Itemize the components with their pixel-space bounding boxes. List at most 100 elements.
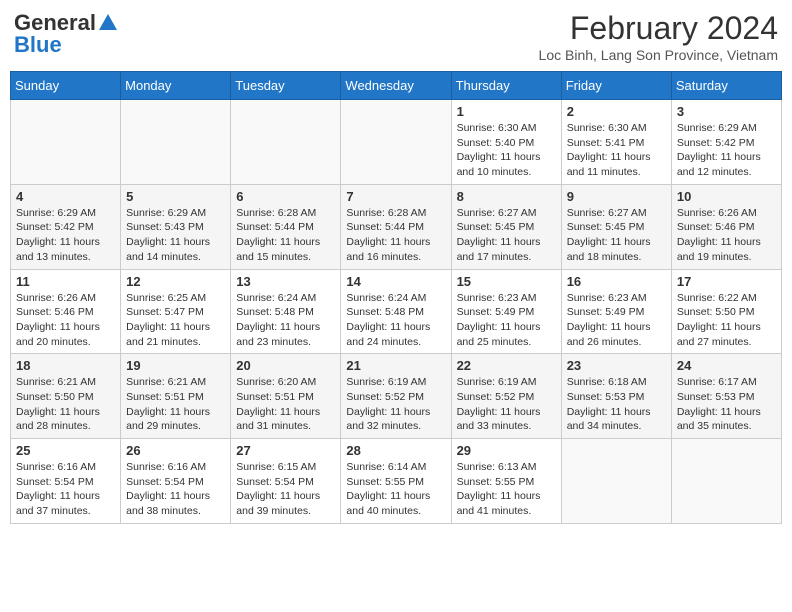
calendar-week-row: 1Sunrise: 6:30 AMSunset: 5:40 PMDaylight…: [11, 100, 782, 185]
calendar-cell: 29 Sunrise: 6:13 AMSunset: 5:55 PMDayligh…: [451, 439, 561, 524]
day-info: Sunrise: 6:18 AMSunset: 5:53 PMDaylight:…: [567, 376, 651, 432]
day-info: Sunrise: 6:15 AMSunset: 5:54 PMDaylight:…: [236, 461, 320, 517]
calendar-cell: 23 Sunrise: 6:18 AMSunset: 5:53 PMDayligh…: [561, 354, 671, 439]
day-number: 17: [677, 274, 776, 289]
column-header-wednesday: Wednesday: [341, 72, 451, 100]
day-info: Sunrise: 6:24 AMSunset: 5:48 PMDaylight:…: [236, 292, 320, 348]
day-info: Sunrise: 6:30 AMSunset: 5:41 PMDaylight:…: [567, 122, 651, 178]
calendar-header-row: SundayMondayTuesdayWednesdayThursdayFrid…: [11, 72, 782, 100]
day-number: 16: [567, 274, 666, 289]
logo: General Blue: [14, 10, 120, 58]
day-number: 13: [236, 274, 335, 289]
day-number: 23: [567, 358, 666, 373]
day-info: Sunrise: 6:26 AMSunset: 5:46 PMDaylight:…: [16, 292, 100, 348]
page-header: General Blue February 2024 Loc Binh, Lan…: [10, 10, 782, 63]
calendar-cell: 20 Sunrise: 6:20 AMSunset: 5:51 PMDayligh…: [231, 354, 341, 439]
day-number: 26: [126, 443, 225, 458]
calendar-cell: 13 Sunrise: 6:24 AMSunset: 5:48 PMDayligh…: [231, 269, 341, 354]
calendar-cell: [121, 100, 231, 185]
day-info: Sunrise: 6:28 AMSunset: 5:44 PMDaylight:…: [236, 207, 320, 263]
logo-icon: [97, 12, 119, 34]
calendar-cell: [231, 100, 341, 185]
calendar-cell: 3 Sunrise: 6:29 AMSunset: 5:42 PMDaylight…: [671, 100, 781, 185]
calendar-cell: 18Sunrise: 6:21 AMSunset: 5:50 PMDayligh…: [11, 354, 121, 439]
column-header-tuesday: Tuesday: [231, 72, 341, 100]
day-number: 3: [677, 104, 776, 119]
day-number: 24: [677, 358, 776, 373]
day-number: 29: [457, 443, 556, 458]
day-info: Sunrise: 6:20 AMSunset: 5:51 PMDaylight:…: [236, 376, 320, 432]
day-info: Sunrise: 6:25 AMSunset: 5:47 PMDaylight:…: [126, 292, 210, 348]
day-info: Sunrise: 6:13 AMSunset: 5:55 PMDaylight:…: [457, 461, 541, 517]
calendar-cell: 5 Sunrise: 6:29 AMSunset: 5:43 PMDaylight…: [121, 184, 231, 269]
calendar-cell: 7Sunrise: 6:28 AMSunset: 5:44 PMDaylight…: [341, 184, 451, 269]
day-number: 12: [126, 274, 225, 289]
day-info: Sunrise: 6:30 AMSunset: 5:40 PMDaylight:…: [457, 122, 541, 178]
calendar-cell: 17Sunrise: 6:22 AMSunset: 5:50 PMDayligh…: [671, 269, 781, 354]
day-number: 15: [457, 274, 556, 289]
day-number: 21: [346, 358, 445, 373]
day-number: 4: [16, 189, 115, 204]
calendar-cell: 8 Sunrise: 6:27 AMSunset: 5:45 PMDaylight…: [451, 184, 561, 269]
calendar-cell: 24 Sunrise: 6:17 AMSunset: 5:53 PMDayligh…: [671, 354, 781, 439]
day-info: Sunrise: 6:24 AMSunset: 5:48 PMDaylight:…: [346, 292, 430, 348]
column-header-saturday: Saturday: [671, 72, 781, 100]
day-info: Sunrise: 6:27 AMSunset: 5:45 PMDaylight:…: [457, 207, 541, 263]
title-section: February 2024 Loc Binh, Lang Son Provinc…: [539, 10, 778, 63]
day-info: Sunrise: 6:29 AMSunset: 5:42 PMDaylight:…: [16, 207, 100, 263]
day-number: 6: [236, 189, 335, 204]
calendar-cell: 15 Sunrise: 6:23 AMSunset: 5:49 PMDayligh…: [451, 269, 561, 354]
day-number: 7: [346, 189, 445, 204]
day-info: Sunrise: 6:16 AMSunset: 5:54 PMDaylight:…: [126, 461, 210, 517]
calendar-cell: 11 Sunrise: 6:26 AMSunset: 5:46 PMDayligh…: [11, 269, 121, 354]
column-header-sunday: Sunday: [11, 72, 121, 100]
calendar-cell: [561, 439, 671, 524]
day-info: Sunrise: 6:14 AMSunset: 5:55 PMDaylight:…: [346, 461, 430, 517]
day-number: 25: [16, 443, 115, 458]
day-number: 5: [126, 189, 225, 204]
calendar-cell: 26 Sunrise: 6:16 AMSunset: 5:54 PMDayligh…: [121, 439, 231, 524]
calendar-cell: 28 Sunrise: 6:14 AMSunset: 5:55 PMDayligh…: [341, 439, 451, 524]
day-info: Sunrise: 6:23 AMSunset: 5:49 PMDaylight:…: [567, 292, 651, 348]
day-info: Sunrise: 6:27 AMSunset: 5:45 PMDaylight:…: [567, 207, 651, 263]
day-number: 22: [457, 358, 556, 373]
column-header-friday: Friday: [561, 72, 671, 100]
calendar-cell: 22 Sunrise: 6:19 AMSunset: 5:52 PMDayligh…: [451, 354, 561, 439]
day-number: 2: [567, 104, 666, 119]
day-number: 8: [457, 189, 556, 204]
calendar-cell: 14 Sunrise: 6:24 AMSunset: 5:48 PMDayligh…: [341, 269, 451, 354]
calendar-cell: 4 Sunrise: 6:29 AMSunset: 5:42 PMDaylight…: [11, 184, 121, 269]
day-info: Sunrise: 6:19 AMSunset: 5:52 PMDaylight:…: [346, 376, 430, 432]
day-info: Sunrise: 6:17 AMSunset: 5:53 PMDaylight:…: [677, 376, 761, 432]
day-number: 20: [236, 358, 335, 373]
day-info: Sunrise: 6:29 AMSunset: 5:43 PMDaylight:…: [126, 207, 210, 263]
day-info: Sunrise: 6:29 AMSunset: 5:42 PMDaylight:…: [677, 122, 761, 178]
day-number: 19: [126, 358, 225, 373]
day-number: 18: [16, 358, 115, 373]
calendar-cell: [341, 100, 451, 185]
calendar-cell: 2 Sunrise: 6:30 AMSunset: 5:41 PMDaylight…: [561, 100, 671, 185]
month-year: February 2024: [539, 10, 778, 47]
calendar-cell: 25 Sunrise: 6:16 AMSunset: 5:54 PMDayligh…: [11, 439, 121, 524]
day-number: 14: [346, 274, 445, 289]
day-info: Sunrise: 6:19 AMSunset: 5:52 PMDaylight:…: [457, 376, 541, 432]
day-number: 28: [346, 443, 445, 458]
calendar-cell: 9 Sunrise: 6:27 AMSunset: 5:45 PMDaylight…: [561, 184, 671, 269]
calendar-cell: 6 Sunrise: 6:28 AMSunset: 5:44 PMDaylight…: [231, 184, 341, 269]
calendar-cell: 27Sunrise: 6:15 AMSunset: 5:54 PMDayligh…: [231, 439, 341, 524]
column-header-thursday: Thursday: [451, 72, 561, 100]
calendar-cell: [11, 100, 121, 185]
day-info: Sunrise: 6:23 AMSunset: 5:49 PMDaylight:…: [457, 292, 541, 348]
day-info: Sunrise: 6:21 AMSunset: 5:51 PMDaylight:…: [126, 376, 210, 432]
day-info: Sunrise: 6:16 AMSunset: 5:54 PMDaylight:…: [16, 461, 100, 517]
day-info: Sunrise: 6:26 AMSunset: 5:46 PMDaylight:…: [677, 207, 761, 263]
day-number: 10: [677, 189, 776, 204]
day-number: 9: [567, 189, 666, 204]
calendar-cell: 1Sunrise: 6:30 AMSunset: 5:40 PMDaylight…: [451, 100, 561, 185]
calendar-cell: [671, 439, 781, 524]
calendar-cell: 19 Sunrise: 6:21 AMSunset: 5:51 PMDayligh…: [121, 354, 231, 439]
day-number: 11: [16, 274, 115, 289]
calendar-cell: 10 Sunrise: 6:26 AMSunset: 5:46 PMDayligh…: [671, 184, 781, 269]
location: Loc Binh, Lang Son Province, Vietnam: [539, 47, 778, 63]
calendar-cell: 21 Sunrise: 6:19 AMSunset: 5:52 PMDayligh…: [341, 354, 451, 439]
